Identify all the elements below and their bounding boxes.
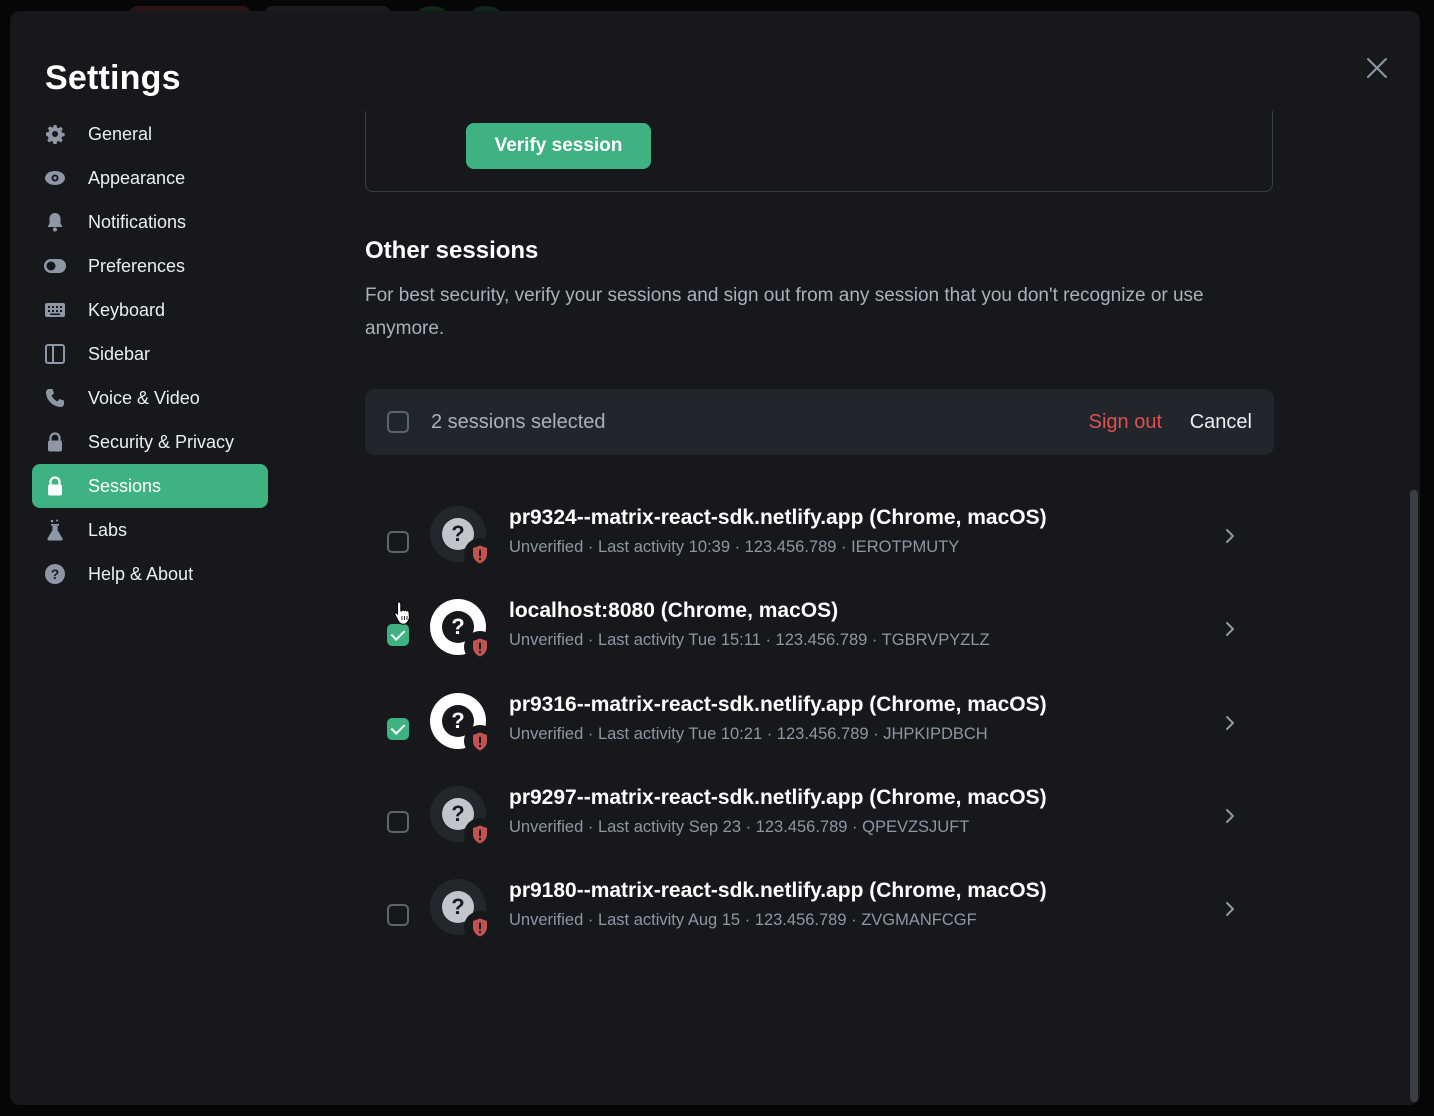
chevron-right-icon[interactable] bbox=[1222, 899, 1238, 919]
sidebar-item-label: Labs bbox=[88, 519, 128, 540]
session-row[interactable]: ? pr9297--matrix-react-sdk.netlify.app (C… bbox=[365, 776, 1274, 856]
other-sessions-heading: Other sessions bbox=[365, 237, 539, 264]
sidebar-item-keyboard[interactable]: Keyboard bbox=[32, 288, 268, 332]
unverified-shield-icon bbox=[464, 818, 496, 850]
settings-sidebar: General Appearance Notifications Prefere… bbox=[32, 112, 268, 596]
sidebar-item-labs[interactable]: Labs bbox=[32, 508, 268, 552]
session-checkbox[interactable] bbox=[387, 718, 409, 740]
selection-bar: 2 sessions selected Sign out Cancel bbox=[365, 389, 1274, 455]
selected-count: 2 sessions selected bbox=[431, 410, 606, 433]
session-checkbox[interactable] bbox=[387, 531, 409, 553]
session-name: pr9324--matrix-react-sdk.netlify.app (Ch… bbox=[509, 506, 1047, 529]
sidebar-item-preferences[interactable]: Preferences bbox=[32, 244, 268, 288]
sidebar-item-security-privacy[interactable]: Security & Privacy bbox=[32, 420, 268, 464]
session-meta: Unverified · Last activity Tue 15:11 · 1… bbox=[509, 631, 990, 649]
unverified-shield-icon bbox=[464, 725, 496, 757]
sidebar-item-label: Sessions bbox=[88, 475, 162, 496]
session-checkbox[interactable] bbox=[387, 811, 409, 833]
session-name: localhost:8080 (Chrome, macOS) bbox=[509, 599, 839, 622]
session-meta: Unverified · Last activity 10:39 · 123.4… bbox=[509, 538, 960, 556]
eye-icon bbox=[44, 167, 66, 189]
sidebar-item-sidebar[interactable]: Sidebar bbox=[32, 332, 268, 376]
sidebar-item-label: Keyboard bbox=[88, 299, 166, 320]
sidebar-item-notifications[interactable]: Notifications bbox=[32, 200, 268, 244]
keyboard-icon bbox=[44, 299, 66, 321]
help-icon: ? bbox=[44, 563, 66, 585]
dialog-title: Settings bbox=[45, 59, 181, 97]
sidebar-item-appearance[interactable]: Appearance bbox=[32, 156, 268, 200]
sidebar-item-label: Help & About bbox=[88, 563, 194, 584]
close-button[interactable] bbox=[1364, 55, 1390, 81]
cancel-button[interactable]: Cancel bbox=[1190, 411, 1252, 434]
other-sessions-description: For best security, verify your sessions … bbox=[365, 285, 1204, 339]
chevron-right-icon[interactable] bbox=[1222, 526, 1238, 546]
phone-icon bbox=[44, 387, 66, 409]
bell-icon bbox=[44, 211, 66, 233]
session-meta: Unverified · Last activity Tue 10:21 · 1… bbox=[509, 725, 988, 743]
verify-session-button[interactable]: Verify session bbox=[466, 123, 651, 169]
sidebar-icon bbox=[44, 343, 66, 365]
select-all-checkbox[interactable] bbox=[387, 411, 409, 433]
scrollbar[interactable] bbox=[1410, 490, 1418, 1102]
gear-icon bbox=[44, 123, 66, 145]
sidebar-item-label: Appearance bbox=[88, 167, 186, 188]
unverified-shield-icon bbox=[464, 911, 496, 943]
session-row[interactable]: ? localhost:8080 (Chrome, macOS) Unverifie… bbox=[365, 589, 1274, 669]
current-session-card: Verify session bbox=[365, 111, 1273, 192]
sign-out-button[interactable]: Sign out bbox=[1089, 411, 1162, 434]
session-row[interactable]: ? pr9180--matrix-react-sdk.netlify.app (C… bbox=[365, 869, 1274, 949]
close-icon bbox=[1367, 58, 1387, 78]
chevron-right-icon[interactable] bbox=[1222, 806, 1238, 826]
session-name: pr9180--matrix-react-sdk.netlify.app (Ch… bbox=[509, 879, 1047, 902]
session-checkbox[interactable] bbox=[387, 904, 409, 926]
session-row[interactable]: ? pr9324--matrix-react-sdk.netlify.app (C… bbox=[365, 496, 1274, 576]
unverified-shield-icon bbox=[464, 631, 496, 663]
chevron-right-icon[interactable] bbox=[1222, 713, 1238, 733]
session-checkbox[interactable] bbox=[387, 624, 409, 646]
settings-dialog: Settings General Appearance Notification… bbox=[10, 11, 1420, 1105]
session-row[interactable]: ? pr9316--matrix-react-sdk.netlify.app (C… bbox=[365, 683, 1274, 763]
chevron-right-icon[interactable] bbox=[1222, 619, 1238, 639]
sidebar-item-label: Voice & Video bbox=[88, 387, 200, 408]
lock-icon bbox=[44, 431, 66, 453]
session-meta: Unverified · Last activity Aug 15 · 123.… bbox=[509, 911, 977, 929]
unverified-shield-icon bbox=[464, 538, 496, 570]
session-name: pr9316--matrix-react-sdk.netlify.app (Ch… bbox=[509, 693, 1047, 716]
sidebar-item-label: Sidebar bbox=[88, 343, 151, 364]
session-meta: Unverified · Last activity Sep 23 · 123.… bbox=[509, 818, 970, 836]
lock-icon bbox=[44, 475, 66, 497]
svg-text:?: ? bbox=[51, 566, 60, 582]
sidebar-item-label: General bbox=[88, 123, 153, 144]
sidebar-item-label: Preferences bbox=[88, 255, 186, 276]
sidebar-item-sessions[interactable]: Sessions bbox=[32, 464, 268, 508]
sidebar-item-label: Notifications bbox=[88, 211, 187, 232]
sidebar-item-label: Security & Privacy bbox=[88, 431, 235, 452]
session-name: pr9297--matrix-react-sdk.netlify.app (Ch… bbox=[509, 786, 1047, 809]
flask-icon bbox=[44, 519, 66, 541]
sidebar-item-voice-video[interactable]: Voice & Video bbox=[32, 376, 268, 420]
toggle-icon bbox=[44, 255, 66, 277]
sidebar-item-help-about[interactable]: ? Help & About bbox=[32, 552, 268, 596]
sidebar-item-general[interactable]: General bbox=[32, 112, 268, 156]
